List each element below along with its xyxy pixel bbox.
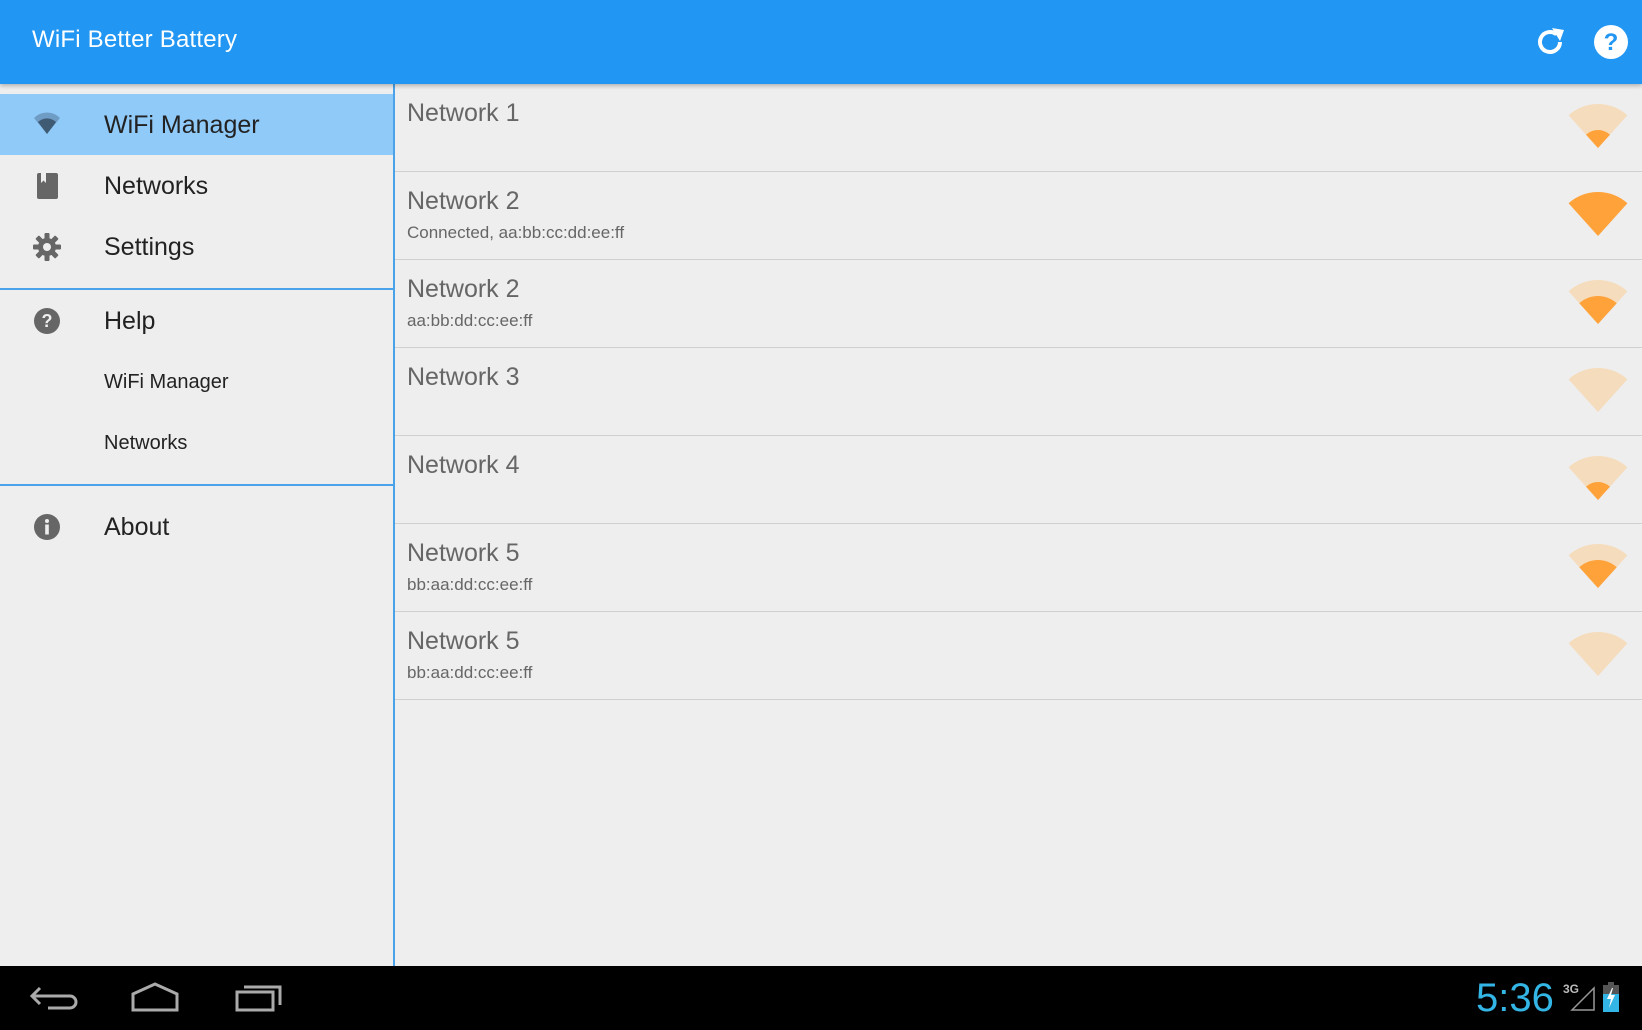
wifi-signal-icon [1568,103,1628,148]
info-icon [34,514,60,540]
gear-icon [33,233,61,261]
app-title: WiFi Better Battery [32,26,238,53]
network-detail: Connected, aa:bb:cc:dd:ee:ff [407,223,625,242]
nav-item-help[interactable]: ? Help [0,290,393,351]
home-button[interactable] [130,980,180,1016]
help-button[interactable]: ? [1591,22,1631,62]
network-name: Network 5 [407,539,520,567]
wifi-icon [34,112,60,134]
network-detail: bb:aa:dd:cc:ee:ff [407,663,533,682]
signal-level [1585,130,1611,148]
network-list-item[interactable]: Network 2 Connected, aa:bb:cc:dd:ee:ff [395,172,1642,260]
clock: 5:36 [1476,976,1554,1020]
network-list-item[interactable]: Network 5 bb:aa:dd:cc:ee:ff [395,524,1642,612]
network-list-item[interactable]: Network 1 [395,84,1642,172]
refresh-button[interactable] [1530,22,1570,62]
nav-label: WiFi Manager [104,111,260,139]
nav-item-about[interactable]: About [0,496,393,557]
nav-item-networks[interactable]: Networks [0,155,393,216]
recent-apps-button[interactable] [234,980,284,1016]
svg-text:?: ? [1604,29,1619,56]
nav-subitem-help-wifi-manager[interactable]: WiFi Manager [0,351,393,412]
action-bar: WiFi Better Battery ? [0,0,1642,84]
nav-subitem-help-networks[interactable]: Networks [0,412,393,473]
network-name: Network 5 [407,627,520,655]
network-list-item[interactable]: Network 2 aa:bb:dd:cc:ee:ff [395,260,1642,348]
wifi-signal-icon [1568,191,1628,236]
help-circle-icon: ? [34,308,60,334]
system-navigation-bar: 5:36 3G [0,966,1642,1030]
nav-label: About [104,513,170,541]
battery-charging-icon [1603,982,1619,1012]
signal-level [1579,559,1617,588]
drawer-divider [0,484,393,486]
wifi-signal-icon [1568,631,1628,676]
network-name: Network 2 [407,275,520,303]
svg-text:?: ? [42,311,53,331]
signal-level [1585,482,1611,500]
nav-item-settings[interactable]: Settings [0,216,393,277]
wifi-signal-icon [1568,279,1628,324]
network-list-item[interactable]: Network 4 [395,436,1642,524]
network-list-item[interactable]: Network 3 [395,348,1642,436]
wifi-signal-icon [1568,367,1628,412]
refresh-icon [1538,28,1564,54]
signal-background [1568,367,1628,412]
network-detail: aa:bb:dd:cc:ee:ff [407,311,533,330]
back-button[interactable] [28,980,78,1016]
network-detail: bb:aa:dd:cc:ee:ff [407,575,533,594]
navigation-drawer: WiFi Manager Networks Settings ? Help Wi… [0,84,395,966]
nav-sub-label: WiFi Manager [104,371,229,393]
signal-background [1568,191,1628,236]
bookmark-book-icon [37,173,58,199]
nav-label: Networks [104,172,209,200]
signal-level [1579,295,1617,324]
cell-signal-icon [1570,986,1595,1011]
nav-item-wifi-manager[interactable]: WiFi Manager [0,94,393,155]
wifi-signal-icon [1568,455,1628,500]
network-name: Network 4 [407,451,520,479]
network-name: Network 1 [407,99,520,127]
nav-label: Help [104,307,156,335]
signal-background [1568,631,1628,676]
help-icon: ? [1594,25,1628,59]
network-list: Network 1 Network 2 Connected, aa:bb:cc:dd… [395,84,1642,966]
wifi-signal-icon [1568,543,1628,588]
network-name: Network 3 [407,363,520,391]
network-name: Network 2 [407,187,520,215]
network-list-item[interactable]: Network 5 bb:aa:dd:cc:ee:ff [395,612,1642,700]
nav-label: Settings [104,233,195,261]
nav-sub-label: Networks [104,432,188,454]
